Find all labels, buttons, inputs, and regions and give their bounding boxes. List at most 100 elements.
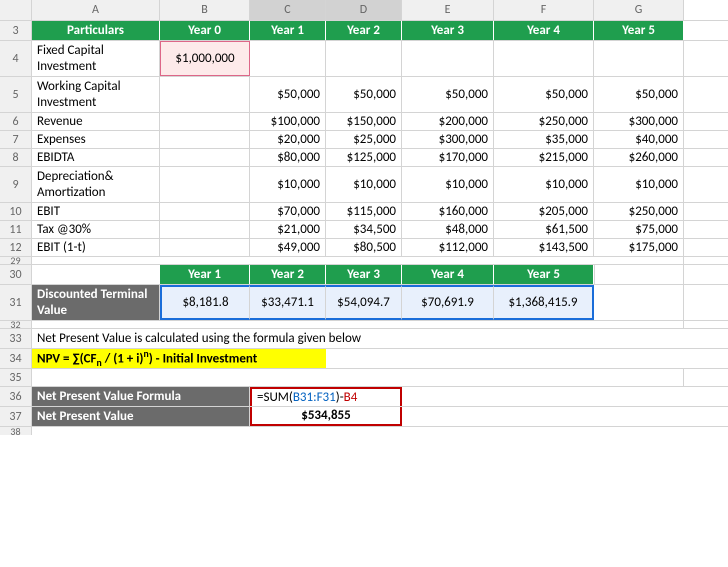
- cell[interactable]: $260,000: [594, 149, 684, 166]
- cell[interactable]: $175,000: [594, 239, 684, 256]
- cell[interactable]: $250,000: [594, 203, 684, 220]
- cell[interactable]: [32, 369, 160, 386]
- cell-label[interactable]: Working Capital Investment: [32, 77, 160, 112]
- col-header-c[interactable]: C: [250, 0, 326, 20]
- cell[interactable]: $50,000: [326, 77, 402, 112]
- cell[interactable]: $35,000: [494, 131, 594, 148]
- cell[interactable]: [594, 285, 684, 320]
- cell[interactable]: [402, 387, 684, 406]
- cell[interactable]: [494, 321, 594, 328]
- cell[interactable]: $115,000: [326, 203, 402, 220]
- cell[interactable]: [160, 77, 250, 112]
- cell-fixed-capital[interactable]: $1,000,000: [160, 41, 250, 76]
- cell[interactable]: [160, 131, 250, 148]
- cell[interactable]: $10,000: [594, 167, 684, 202]
- cell[interactable]: $50,000: [494, 77, 594, 112]
- cell[interactable]: $200,000: [402, 113, 494, 130]
- cell-npv-value-label[interactable]: Net Present Value: [32, 407, 250, 426]
- cell[interactable]: $34,500: [326, 221, 402, 238]
- row-header-33[interactable]: 33: [0, 329, 32, 348]
- cell[interactable]: [594, 369, 684, 386]
- cell[interactable]: [250, 321, 326, 328]
- cell[interactable]: [250, 41, 326, 76]
- cell[interactable]: $170,000: [402, 149, 494, 166]
- row-header-10[interactable]: 10: [0, 203, 32, 220]
- cell[interactable]: [160, 239, 250, 256]
- cell[interactable]: $33,471.1: [250, 285, 326, 320]
- cell[interactable]: $205,000: [494, 203, 594, 220]
- row-header-11[interactable]: 11: [0, 221, 32, 238]
- cell-npv-value[interactable]: $534,855: [250, 407, 402, 426]
- row-header-38[interactable]: 38: [0, 427, 32, 435]
- row-header-37[interactable]: 37: [0, 407, 32, 426]
- cell[interactable]: [402, 321, 494, 328]
- row-header-8[interactable]: 8: [0, 149, 32, 166]
- row-header-9[interactable]: 9: [0, 167, 32, 202]
- col-header-a[interactable]: A: [32, 0, 160, 20]
- cell-label[interactable]: Revenue: [32, 113, 160, 130]
- cell[interactable]: [402, 41, 494, 76]
- cell-note[interactable]: Net Present Value is calculated using th…: [32, 329, 684, 348]
- cell[interactable]: [402, 407, 684, 426]
- cell[interactable]: [160, 321, 250, 328]
- cell[interactable]: [160, 167, 250, 202]
- cell[interactable]: [494, 257, 594, 264]
- cell[interactable]: $300,000: [594, 113, 684, 130]
- cell[interactable]: $54,094.7: [326, 285, 402, 320]
- cell-label[interactable]: Expenses: [32, 131, 160, 148]
- col-header-d[interactable]: D: [326, 0, 402, 20]
- cell[interactable]: $250,000: [494, 113, 594, 130]
- row-header-30[interactable]: 30: [0, 265, 32, 284]
- cell[interactable]: [494, 41, 594, 76]
- cell[interactable]: [250, 257, 326, 264]
- cell[interactable]: [594, 265, 684, 284]
- cell[interactable]: $10,000: [326, 167, 402, 202]
- cell[interactable]: $100,000: [250, 113, 326, 130]
- spreadsheet-grid[interactable]: A B C D E F G 3 Particulars Year 0 Year …: [0, 0, 728, 435]
- row-header-4[interactable]: 4: [0, 41, 32, 76]
- cell-label[interactable]: Tax @30%: [32, 221, 160, 238]
- cell[interactable]: $48,000: [402, 221, 494, 238]
- cell[interactable]: [32, 321, 160, 328]
- cell[interactable]: $8,181.8: [160, 285, 250, 320]
- cell[interactable]: [32, 265, 160, 284]
- cell[interactable]: $70,000: [250, 203, 326, 220]
- cell[interactable]: [594, 257, 684, 264]
- cell[interactable]: [160, 203, 250, 220]
- row-header-34[interactable]: 34: [0, 349, 32, 368]
- row-header-3[interactable]: 3: [0, 21, 32, 40]
- cell[interactable]: $80,500: [326, 239, 402, 256]
- row-header-31[interactable]: 31: [0, 285, 32, 320]
- cell[interactable]: [326, 349, 684, 368]
- cell[interactable]: $40,000: [594, 131, 684, 148]
- cell-npv-formula[interactable]: =SUM(B31:F31)-B4: [250, 387, 402, 406]
- cell[interactable]: $160,000: [402, 203, 494, 220]
- cell-label[interactable]: Depreciation& Amortization: [32, 167, 160, 202]
- cell-label[interactable]: Fixed Capital Investment: [32, 41, 160, 76]
- row-header-36[interactable]: 36: [0, 387, 32, 406]
- cell-label[interactable]: EBIDTA: [32, 149, 160, 166]
- cell[interactable]: $215,000: [494, 149, 594, 166]
- cell[interactable]: $10,000: [402, 167, 494, 202]
- cell[interactable]: $61,500: [494, 221, 594, 238]
- cell[interactable]: $70,691.9: [402, 285, 494, 320]
- cell[interactable]: $125,000: [326, 149, 402, 166]
- cell[interactable]: [402, 257, 494, 264]
- cell[interactable]: [160, 369, 250, 386]
- row-header-35[interactable]: 35: [0, 369, 32, 386]
- cell[interactable]: [402, 369, 494, 386]
- cell[interactable]: $150,000: [326, 113, 402, 130]
- col-header-f[interactable]: F: [494, 0, 594, 20]
- cell[interactable]: $21,000: [250, 221, 326, 238]
- cell-label[interactable]: EBIT (1-t): [32, 239, 160, 256]
- cell[interactable]: $50,000: [402, 77, 494, 112]
- row-header-7[interactable]: 7: [0, 131, 32, 148]
- cell[interactable]: $10,000: [250, 167, 326, 202]
- cell[interactable]: [160, 113, 250, 130]
- cell[interactable]: [326, 369, 402, 386]
- cell[interactable]: $50,000: [594, 77, 684, 112]
- cell[interactable]: $1,368,415.9: [494, 285, 594, 320]
- cell[interactable]: [326, 321, 402, 328]
- cell[interactable]: $10,000: [494, 167, 594, 202]
- cell[interactable]: [326, 41, 402, 76]
